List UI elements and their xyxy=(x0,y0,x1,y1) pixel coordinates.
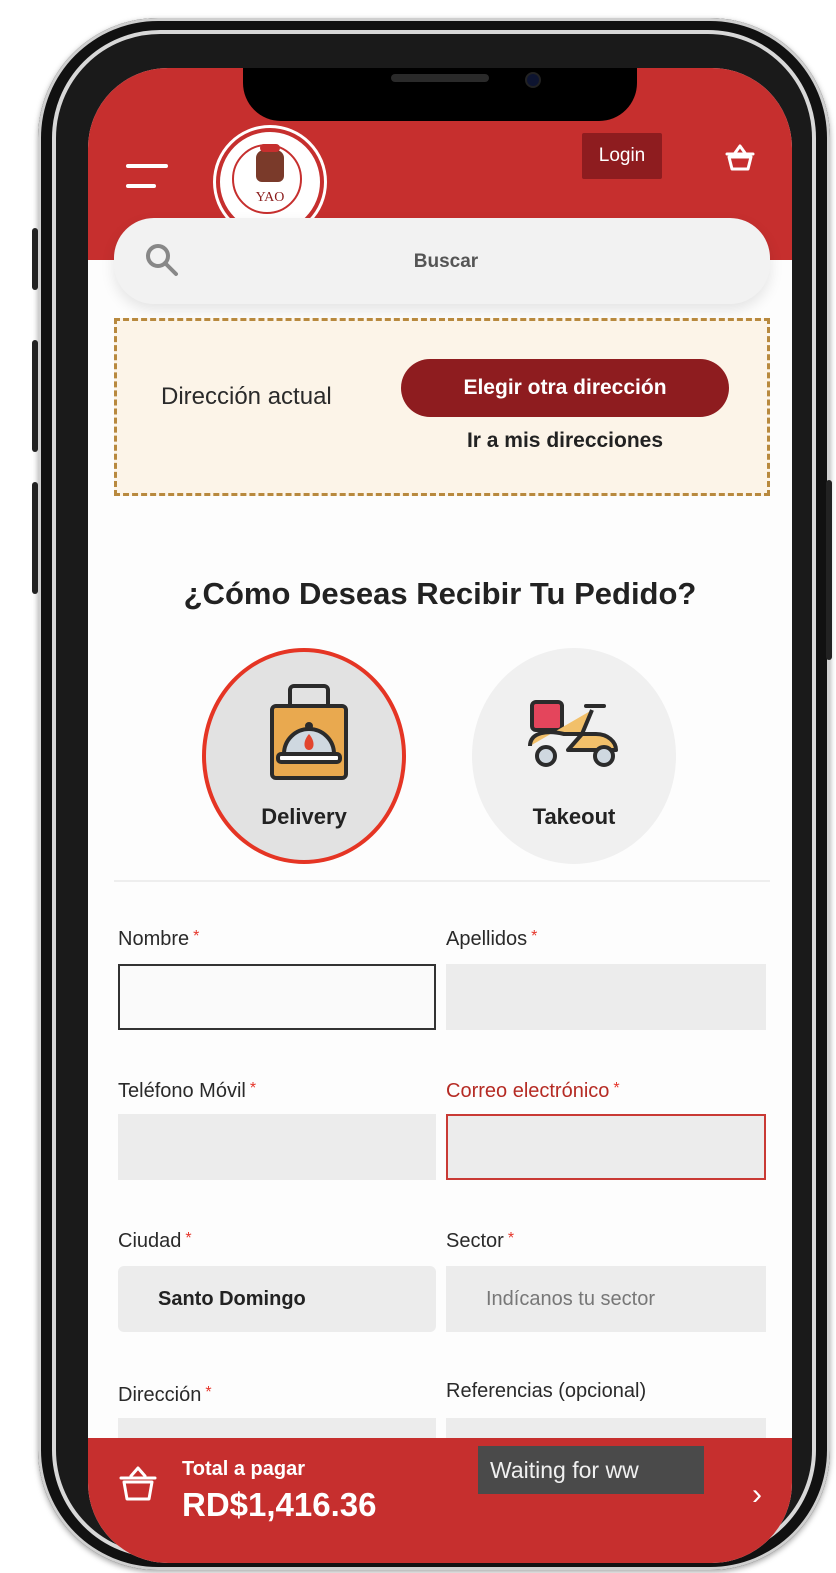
correo-label-text: Correo electrónico xyxy=(446,1080,610,1102)
required-mark: * xyxy=(531,928,538,945)
cart-icon[interactable] xyxy=(724,143,756,173)
telefono-label-text: Teléfono Móvil xyxy=(118,1080,246,1102)
total-amount: RD$1,416.36 xyxy=(182,1486,377,1523)
required-mark: * xyxy=(193,928,200,945)
direccion-label-text: Dirección xyxy=(118,1384,202,1406)
takeout-option[interactable]: Takeout xyxy=(472,648,676,864)
search-icon xyxy=(146,244,178,276)
section-divider xyxy=(114,880,770,882)
phone-volume-down-button xyxy=(32,482,38,594)
browser-status-bar: Waiting for ww xyxy=(478,1446,704,1494)
direccion-label: Dirección * xyxy=(118,1384,212,1407)
ciudad-label-text: Ciudad xyxy=(118,1230,182,1252)
sector-label: Sector * xyxy=(446,1230,514,1253)
apellidos-input[interactable] xyxy=(446,964,766,1030)
phone-power-button xyxy=(826,480,832,660)
required-mark: * xyxy=(249,1080,257,1097)
search-bar[interactable] xyxy=(114,218,770,304)
takeout-option-label: Takeout xyxy=(532,804,616,829)
apellidos-label: Apellidos * xyxy=(446,928,537,951)
referencias-label: Referencias (opcional) xyxy=(446,1380,646,1403)
delivery-bag-icon xyxy=(270,684,348,780)
current-address-label: Dirección actual xyxy=(161,383,332,410)
choose-address-button[interactable]: Elegir otra dirección xyxy=(401,359,729,417)
sector-label-text: Sector xyxy=(446,1230,504,1252)
nombre-label-text: Nombre xyxy=(118,928,190,950)
required-mark: * xyxy=(613,1080,620,1097)
referencias-label-text: Referencias (opcional) xyxy=(446,1380,647,1402)
total-label: Total a pagar xyxy=(182,1458,305,1480)
telefono-label: Teléfono Móvil * xyxy=(118,1080,256,1103)
telefono-input[interactable] xyxy=(118,1114,436,1180)
delivery-option[interactable]: Delivery xyxy=(202,648,406,864)
phone-speaker xyxy=(391,74,489,82)
required-mark: * xyxy=(507,1230,515,1247)
phone-camera xyxy=(525,72,541,88)
menu-icon[interactable] xyxy=(126,164,168,190)
phone-screen: YAO Login Dirección actual Elegir otra d… xyxy=(88,68,792,1563)
search-input[interactable] xyxy=(214,236,678,288)
my-addresses-link[interactable]: Ir a mis direcciones xyxy=(401,429,729,453)
sector-input[interactable] xyxy=(446,1266,766,1332)
logo-jar-icon xyxy=(256,144,284,182)
required-mark: * xyxy=(185,1230,192,1247)
ciudad-select[interactable] xyxy=(118,1266,436,1332)
phone-silent-switch xyxy=(32,228,38,290)
required-mark: * xyxy=(205,1384,212,1401)
phone-volume-up-button xyxy=(32,340,38,452)
delivery-option-label: Delivery xyxy=(261,804,347,829)
current-address-panel: Dirección actual Elegir otra dirección I… xyxy=(114,318,770,496)
nombre-input[interactable] xyxy=(118,964,436,1030)
chevron-right-icon[interactable]: › xyxy=(752,1478,762,1512)
correo-input[interactable] xyxy=(446,1114,766,1180)
scooter-icon xyxy=(528,700,618,767)
apellidos-label-text: Apellidos xyxy=(446,928,528,950)
cart-icon xyxy=(119,1466,157,1501)
ciudad-label: Ciudad * xyxy=(118,1230,192,1253)
login-button[interactable]: Login xyxy=(582,133,662,179)
logo-text: YAO xyxy=(255,190,285,205)
correo-label: Correo electrónico * xyxy=(446,1080,620,1103)
delivery-method-question: ¿Cómo Deseas Recibir Tu Pedido? xyxy=(183,576,697,611)
phone-notch xyxy=(243,68,637,121)
nombre-label: Nombre * xyxy=(118,928,199,951)
